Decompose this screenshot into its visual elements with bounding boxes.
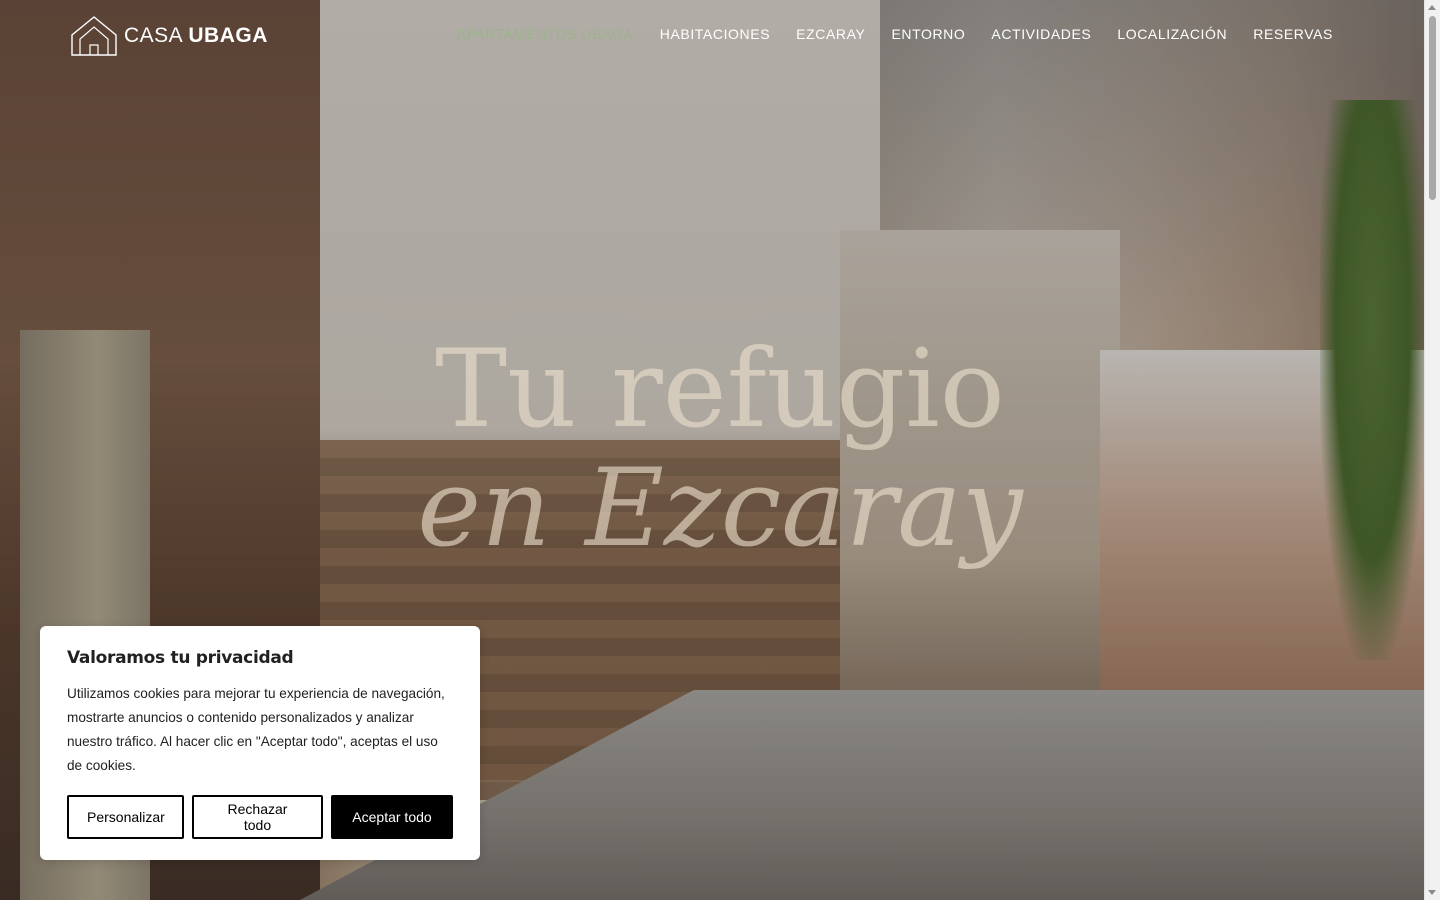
cookie-title: Valoramos tu privacidad bbox=[67, 648, 294, 668]
nav-actividades[interactable]: ACTIVIDADES bbox=[991, 26, 1091, 42]
accept-all-button[interactable]: Aceptar todo bbox=[331, 795, 453, 839]
scroll-down-icon[interactable] bbox=[1428, 890, 1436, 895]
hero-headline: Tu refugio en Ezcaray bbox=[400, 330, 1040, 568]
cookie-banner: Valoramos tu privacidad Utilizamos cooki… bbox=[40, 626, 480, 860]
nav-reservas[interactable]: RESERVAS bbox=[1253, 26, 1333, 42]
logo-text: CASA UBAGA bbox=[124, 24, 268, 48]
house-icon bbox=[71, 16, 117, 56]
nav-apartamentos[interactable]: APARTAMENTOS UBAGA bbox=[457, 26, 634, 42]
nav-habitaciones[interactable]: HABITACIONES bbox=[660, 26, 770, 42]
cookie-text: Utilizamos cookies para mejorar tu exper… bbox=[67, 686, 445, 773]
logo-name: UBAGA bbox=[188, 24, 268, 47]
hero-headline-line1: Tu refugio bbox=[435, 327, 1005, 452]
scrollbar-thumb[interactable] bbox=[1429, 16, 1436, 200]
reject-all-button[interactable]: Rechazar todo bbox=[192, 795, 323, 839]
customize-button[interactable]: Personalizar bbox=[67, 795, 184, 839]
logo-prefix: CASA bbox=[124, 24, 183, 47]
cookie-buttons: Personalizar Rechazar todo Aceptar todo bbox=[67, 795, 453, 839]
hero-headline-line2: en Ezcaray bbox=[417, 446, 1023, 571]
site-logo[interactable]: CASA UBAGA bbox=[70, 14, 268, 58]
scroll-up-icon[interactable] bbox=[1428, 5, 1436, 10]
main-nav: APARTAMENTOS UBAGA HABITACIONES EZCARAY … bbox=[457, 26, 1333, 42]
page-scrollbar[interactable] bbox=[1424, 0, 1440, 900]
nav-ezcaray[interactable]: EZCARAY bbox=[796, 26, 865, 42]
nav-entorno[interactable]: ENTORNO bbox=[891, 26, 965, 42]
nav-localizacion[interactable]: LOCALIZACIÓN bbox=[1117, 26, 1227, 42]
